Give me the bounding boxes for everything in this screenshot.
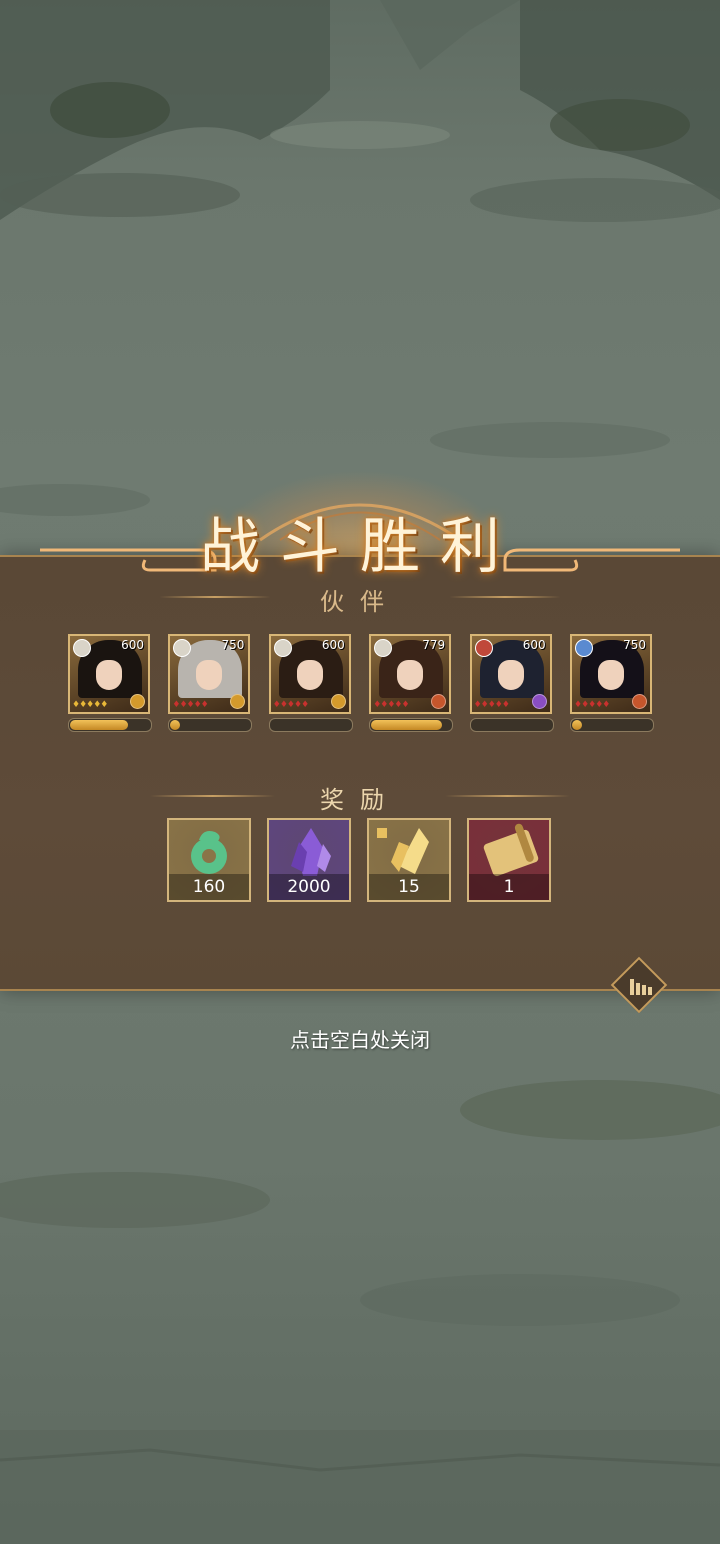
element-icon	[575, 639, 593, 657]
hero-card[interactable]: 750 ♦♦♦♦♦	[570, 634, 654, 732]
hero-level: 750	[221, 638, 245, 652]
element-icon	[73, 639, 91, 657]
reward-quantity: 160	[169, 874, 249, 900]
hero-level: 750	[623, 638, 646, 652]
exp-progress-fill	[371, 720, 442, 730]
hero-face	[598, 660, 624, 690]
rank-icon	[632, 694, 647, 709]
exp-progress-bar	[570, 718, 654, 732]
page-title: 战斗胜利	[200, 512, 520, 582]
element-icon	[273, 639, 292, 657]
exp-progress-bar	[168, 718, 253, 732]
exp-progress-fill	[170, 720, 180, 730]
hero-level: 600	[121, 638, 144, 652]
rank-icon	[431, 694, 447, 709]
section-rewards-title: 奖励	[320, 786, 400, 814]
hero-card[interactable]: 779 ♦♦♦♦♦	[369, 634, 454, 732]
hero-portrait-frame: 600 ♦♦♦♦♦	[268, 634, 351, 714]
element-icon	[474, 639, 493, 657]
reward-item[interactable]: 2000	[267, 818, 351, 902]
exp-progress-bar	[469, 718, 554, 732]
hero-face	[497, 660, 524, 690]
hero-card[interactable]: 750 ♦♦♦♦♦	[168, 634, 253, 732]
star-rating-icon: ♦♦♦♦♦	[574, 700, 610, 710]
hero-card[interactable]: 600 ♦♦♦♦♦	[68, 634, 152, 732]
rank-icon	[531, 694, 547, 709]
hero-level: 600	[522, 638, 546, 652]
reward-quantity: 2000	[269, 874, 349, 900]
hero-portrait-frame: 600 ♦♦♦♦♦	[68, 634, 150, 714]
bar-chart-icon	[630, 979, 652, 995]
hero-level: 600	[321, 638, 345, 652]
exp-progress-bar	[68, 718, 152, 732]
reward-item[interactable]: 1	[467, 818, 551, 902]
hero-card[interactable]: 600 ♦♦♦♦♦	[268, 634, 353, 732]
rank-icon	[230, 694, 246, 709]
star-rating-icon: ♦♦♦♦♦	[272, 700, 309, 710]
exp-progress-fill	[572, 720, 582, 730]
close-hint[interactable]: 点击空白处关闭	[0, 1024, 720, 1053]
hero-level: 779	[422, 638, 446, 652]
exp-progress-fill	[70, 720, 129, 730]
reward-item[interactable]: 15	[367, 818, 451, 902]
reward-quantity: 1	[469, 874, 549, 900]
exp-progress-bar	[369, 718, 454, 732]
victory-panel	[0, 555, 720, 991]
hero-portrait-frame: 750 ♦♦♦♦♦	[168, 634, 251, 714]
hero-face	[196, 660, 223, 690]
star-rating-icon: ♦♦♦♦♦	[172, 700, 208, 710]
star-rating-icon: ♦♦♦♦♦	[473, 700, 510, 710]
reward-quantity: 15	[369, 874, 449, 900]
hero-face	[96, 660, 122, 690]
star-rating-icon: ♦♦♦♦♦	[72, 700, 108, 710]
hero-face	[296, 660, 323, 690]
hero-face	[397, 660, 424, 690]
section-partners-title: 伙伴	[320, 588, 400, 616]
rank-icon	[130, 694, 145, 709]
reward-item[interactable]: 160	[167, 818, 251, 902]
hero-card[interactable]: 600 ♦♦♦♦♦	[469, 634, 554, 732]
exp-progress-bar	[268, 718, 353, 732]
rank-icon	[330, 694, 346, 709]
star-rating-icon: ♦♦♦♦♦	[373, 700, 409, 710]
hero-portrait-frame: 750 ♦♦♦♦♦	[570, 634, 652, 714]
hero-portrait-frame: 779 ♦♦♦♦♦	[369, 634, 452, 714]
hero-portrait-frame: 600 ♦♦♦♦♦	[469, 634, 552, 714]
